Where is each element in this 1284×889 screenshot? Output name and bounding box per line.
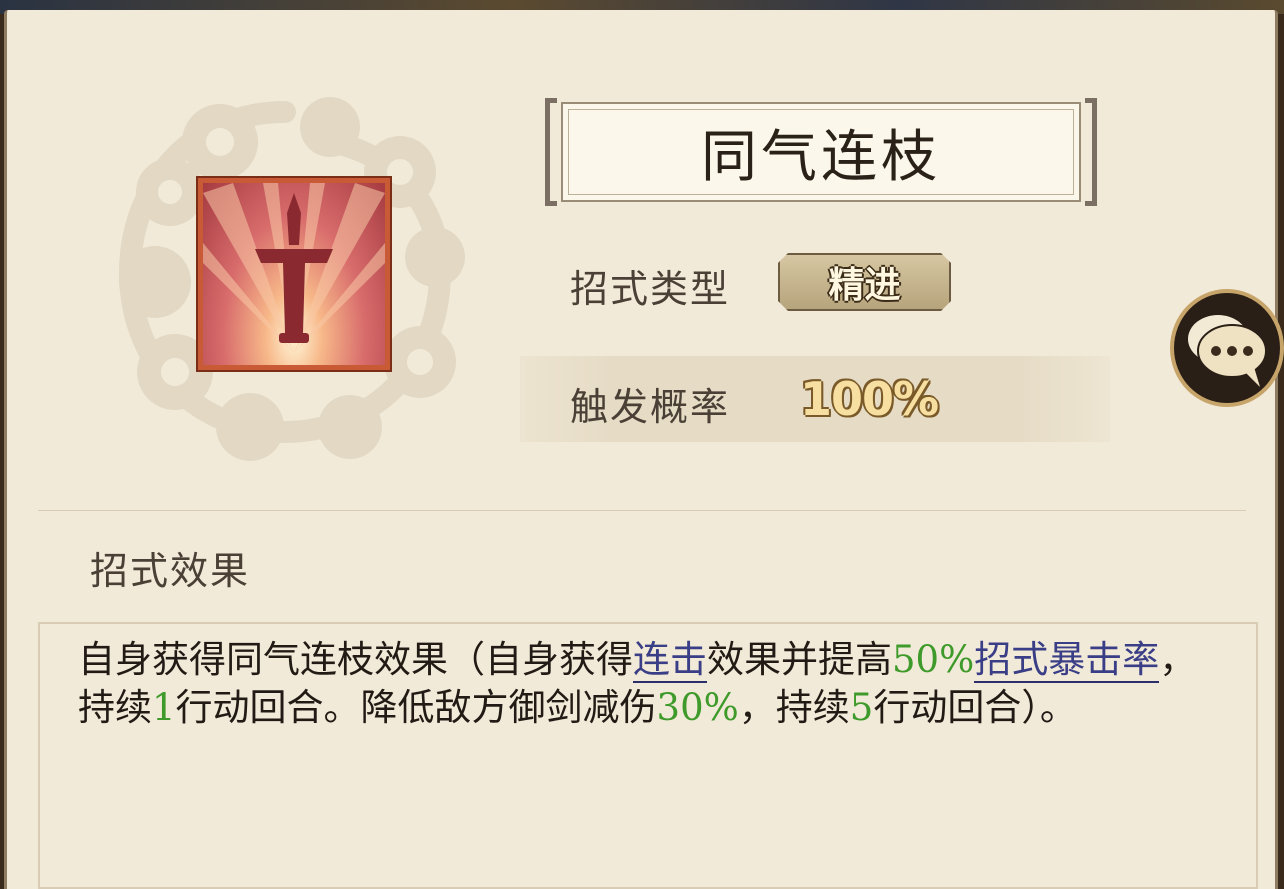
trigger-rate-value: 100% — [800, 372, 939, 426]
keyword-crit-rate[interactable]: 招式暴击率 — [974, 638, 1160, 683]
effect-text-segment: 行动回合）。 — [873, 686, 1077, 729]
chat-bubble-icon — [1188, 315, 1267, 387]
value-reduction: 30% — [656, 686, 739, 729]
skill-type-value: 精进 — [828, 264, 901, 306]
skill-type-badge: 精进 — [778, 253, 951, 311]
value-crit-increase: 50% — [892, 638, 975, 681]
sword-icon — [203, 183, 385, 353]
title-bracket-left — [545, 98, 557, 206]
effect-section-title: 招式效果 — [90, 549, 251, 593]
effect-text-segment: 自身获得同气连枝效果（自身获得 — [78, 638, 633, 681]
skill-icon[interactable] — [196, 176, 392, 372]
skill-title-box: 同气连枝 — [561, 102, 1081, 202]
value-duration-1: 1 — [152, 686, 176, 729]
trigger-rate-label: 触发概率 — [570, 385, 731, 429]
skill-type-label: 招式类型 — [570, 267, 731, 311]
effect-text-segment: ，持续 — [738, 686, 850, 729]
title-bracket-right — [1085, 98, 1097, 206]
effect-description: 自身获得同气连枝效果（自身获得连击效果并提高50%招式暴击率 ，持续 1行动回合。降… — [78, 636, 1198, 732]
section-divider — [38, 510, 1246, 511]
keyword-combo[interactable]: 连击 — [633, 638, 707, 683]
value-duration-2: 5 — [849, 686, 874, 729]
chat-button[interactable] — [1170, 289, 1284, 407]
skill-name: 同气连枝 — [701, 124, 941, 190]
skill-title-frame: 同气连枝 — [545, 98, 1097, 206]
effect-text-segment: 行动回合。降低敌方御剑减伤 — [175, 686, 657, 729]
effect-text-segment: 效果并提高 — [707, 638, 892, 681]
